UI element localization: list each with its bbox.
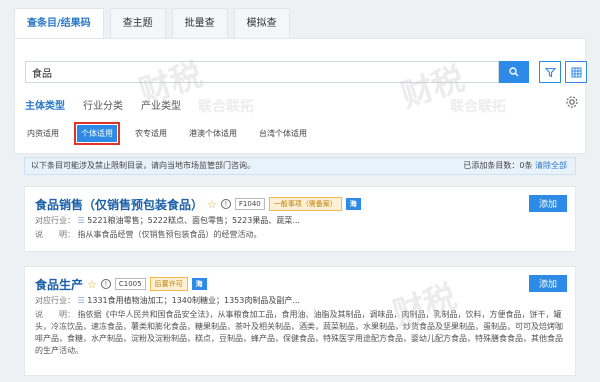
result-category-tag: 一般事项（需备案） bbox=[268, 197, 342, 211]
list-icon: ☰ bbox=[77, 296, 85, 305]
result-code: F1040 bbox=[234, 198, 265, 210]
scope-filter-row: 内资适用 个体适用 农专适用 港澳个体适用 台湾个体适用 bbox=[23, 122, 311, 145]
description-label: 说 明： bbox=[35, 230, 75, 239]
description-line: 说 明： 指依据《中华人民共和国食品安全法》，从事粮食加工品，食用油、油脂及其制… bbox=[35, 309, 565, 357]
result-title-row: 食品销售（仅销售预包装食品） ☆ ! F1040 一般事项（需备案） 海 bbox=[35, 195, 565, 213]
list-icon: ☰ bbox=[77, 216, 85, 225]
sea-tag: 海 bbox=[345, 198, 361, 210]
add-button[interactable]: 添加 bbox=[528, 275, 567, 292]
result-title-row: 食品生产 ☆ ! C1005 后置许可 海 bbox=[35, 275, 565, 293]
star-icon[interactable]: ☆ bbox=[207, 198, 217, 211]
scope-domestic[interactable]: 内资适用 bbox=[23, 125, 63, 142]
industry-label: 对应行业： bbox=[35, 296, 75, 305]
industry-text: 1331食用植物油加工；1340制糖业；1353肉制品及副产... bbox=[87, 296, 300, 305]
type-tab-industry[interactable]: 行业分类 bbox=[83, 97, 123, 112]
grid-icon bbox=[571, 67, 581, 77]
type-tab-sector[interactable]: 产业类型 bbox=[141, 97, 181, 112]
tab-lookup-item[interactable]: 查条目/结果码 bbox=[14, 8, 104, 38]
top-tabs: 查条目/结果码 查主题 批量查 模拟查 bbox=[14, 8, 290, 38]
gear-icon[interactable] bbox=[565, 95, 579, 109]
grid-view-button[interactable] bbox=[565, 61, 587, 83]
result-code: C1005 bbox=[114, 278, 146, 290]
industry-line: 对应行业： ☰ 5221粮油零售；5222糕点、面包零售；5223果品、蔬菜..… bbox=[35, 215, 565, 227]
description-label: 说 明： bbox=[35, 310, 75, 319]
industry-line: 对应行业： ☰ 1331食用植物油加工；1340制糖业；1353肉制品及副产..… bbox=[35, 295, 565, 307]
scope-hk-macau-individual[interactable]: 港澳个体适用 bbox=[185, 125, 241, 142]
industry-text: 5221粮油零售；5222糕点、面包零售；5223果品、蔬菜... bbox=[87, 216, 300, 225]
search-icon bbox=[509, 67, 519, 77]
filter-button[interactable] bbox=[539, 61, 561, 83]
add-button[interactable]: 添加 bbox=[528, 195, 567, 212]
search-panel: 主体类型 行业分类 产业类型 内资适用 个体适用 农专适用 港澳个体适用 台湾个… bbox=[14, 38, 587, 154]
tab-simulate-lookup[interactable]: 模拟查 bbox=[233, 8, 290, 38]
filter-icon bbox=[544, 67, 556, 77]
info-icon[interactable]: ! bbox=[220, 199, 231, 209]
result-title[interactable]: 食品销售（仅销售预包装食品） bbox=[35, 196, 203, 213]
added-count: 已添加条目数：0条 清除全部 bbox=[463, 158, 567, 174]
result-category-tag: 后置许可 bbox=[149, 277, 188, 291]
sea-tag: 海 bbox=[191, 278, 207, 290]
result-card: 食品生产 ☆ ! C1005 后置许可 海 添加 对应行业： ☰ 1331食用植… bbox=[24, 266, 576, 376]
star-icon[interactable]: ☆ bbox=[87, 278, 97, 291]
notice-bar: 以下条目可能涉及禁止限制目录，请向当地市场监管部门咨询。 已添加条目数：0条 清… bbox=[24, 157, 576, 175]
search-row bbox=[25, 61, 587, 83]
type-tabs: 主体类型 行业分类 产业类型 bbox=[25, 97, 181, 112]
tab-lookup-theme[interactable]: 查主题 bbox=[109, 8, 166, 38]
info-icon[interactable]: ! bbox=[100, 279, 111, 289]
description-line: 说 明： 指从事食品经营（仅销售预包装食品）的经营活动。 bbox=[35, 229, 565, 241]
search-input[interactable] bbox=[25, 61, 499, 83]
notice-text: 以下条目可能涉及禁止限制目录，请向当地市场监管部门咨询。 bbox=[31, 161, 255, 170]
industry-label: 对应行业： bbox=[35, 216, 75, 225]
scope-taiwan-individual[interactable]: 台湾个体适用 bbox=[255, 125, 311, 142]
scope-individual[interactable]: 个体适用 bbox=[74, 122, 120, 145]
scope-farmer-coop[interactable]: 农专适用 bbox=[131, 125, 171, 142]
result-title[interactable]: 食品生产 bbox=[35, 276, 83, 293]
description-text: 指依据《中华人民共和国食品安全法》，从事粮食加工品，食用油、油脂及其制品，调味品… bbox=[35, 310, 563, 355]
search-button[interactable] bbox=[499, 61, 529, 83]
tab-batch-lookup[interactable]: 批量查 bbox=[171, 8, 228, 38]
type-tab-entity[interactable]: 主体类型 bbox=[25, 97, 65, 112]
description-text: 指从事食品经营（仅销售预包装食品）的经营活动。 bbox=[77, 230, 262, 239]
result-card: 食品销售（仅销售预包装食品） ☆ ! F1040 一般事项（需备案） 海 添加 … bbox=[24, 186, 576, 252]
added-count-text: 已添加条目数：0条 bbox=[463, 161, 533, 170]
clear-all-link[interactable]: 清除全部 bbox=[535, 161, 567, 170]
